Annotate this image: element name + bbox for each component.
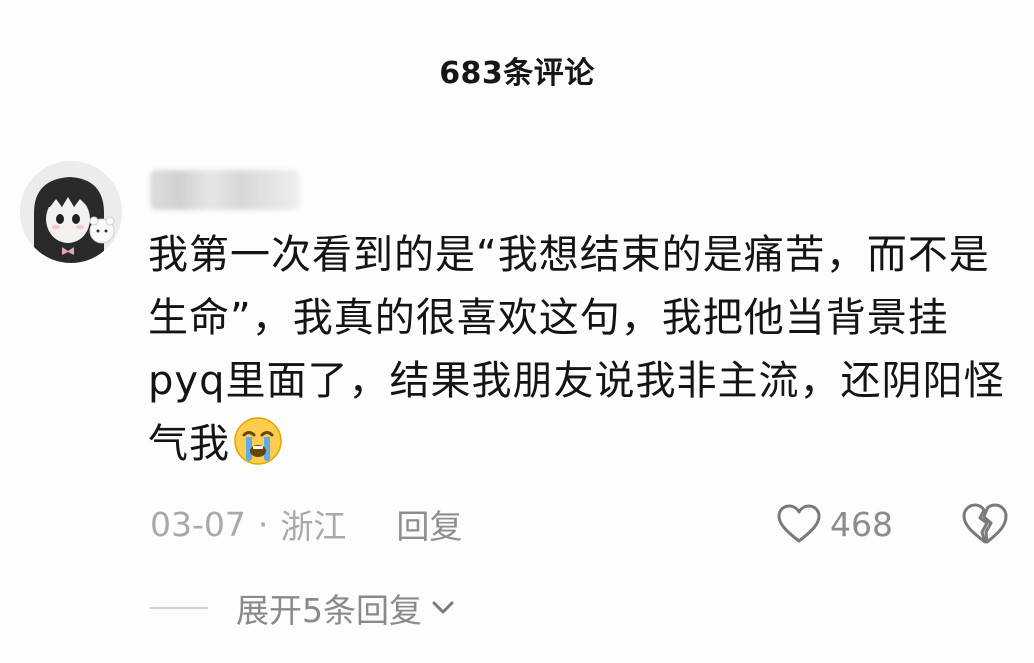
username-redacted[interactable] <box>150 170 300 210</box>
like-button[interactable]: 468 <box>776 498 893 550</box>
heart-outline-icon <box>777 504 821 543</box>
broken-heart-icon <box>962 503 1008 544</box>
expand-replies-button[interactable]: 展开5条回复 <box>150 584 456 632</box>
avatar-image <box>20 161 122 263</box>
expand-divider-line <box>150 607 208 609</box>
comment-date: 03-07 <box>150 504 246 544</box>
loudly-crying-face-icon <box>234 417 282 465</box>
meta-separator: · <box>257 504 269 544</box>
like-count: 468 <box>830 504 893 544</box>
chevron-down-icon <box>432 601 454 614</box>
expand-replies-label: 展开5条回复 <box>236 591 422 630</box>
page-title: 683条评论 <box>439 56 595 91</box>
comment-location: 浙江 <box>280 507 347 546</box>
dislike-button[interactable] <box>960 500 1010 548</box>
comment-body: 我第一次看到的是“我想结束的是痛苦，而不是生命”，我真的很喜欢这句，我把他当背景… <box>148 224 1008 476</box>
user-avatar[interactable] <box>20 161 122 263</box>
reply-button[interactable]: 回复 <box>396 500 462 548</box>
comment-page: 683条评论 我第一次看到的是“我想结束的是痛苦，而不是生命”，我真的很喜欢这句… <box>0 0 1034 663</box>
comment-meta: 03-07 · 浙江 回复 <box>150 500 462 548</box>
